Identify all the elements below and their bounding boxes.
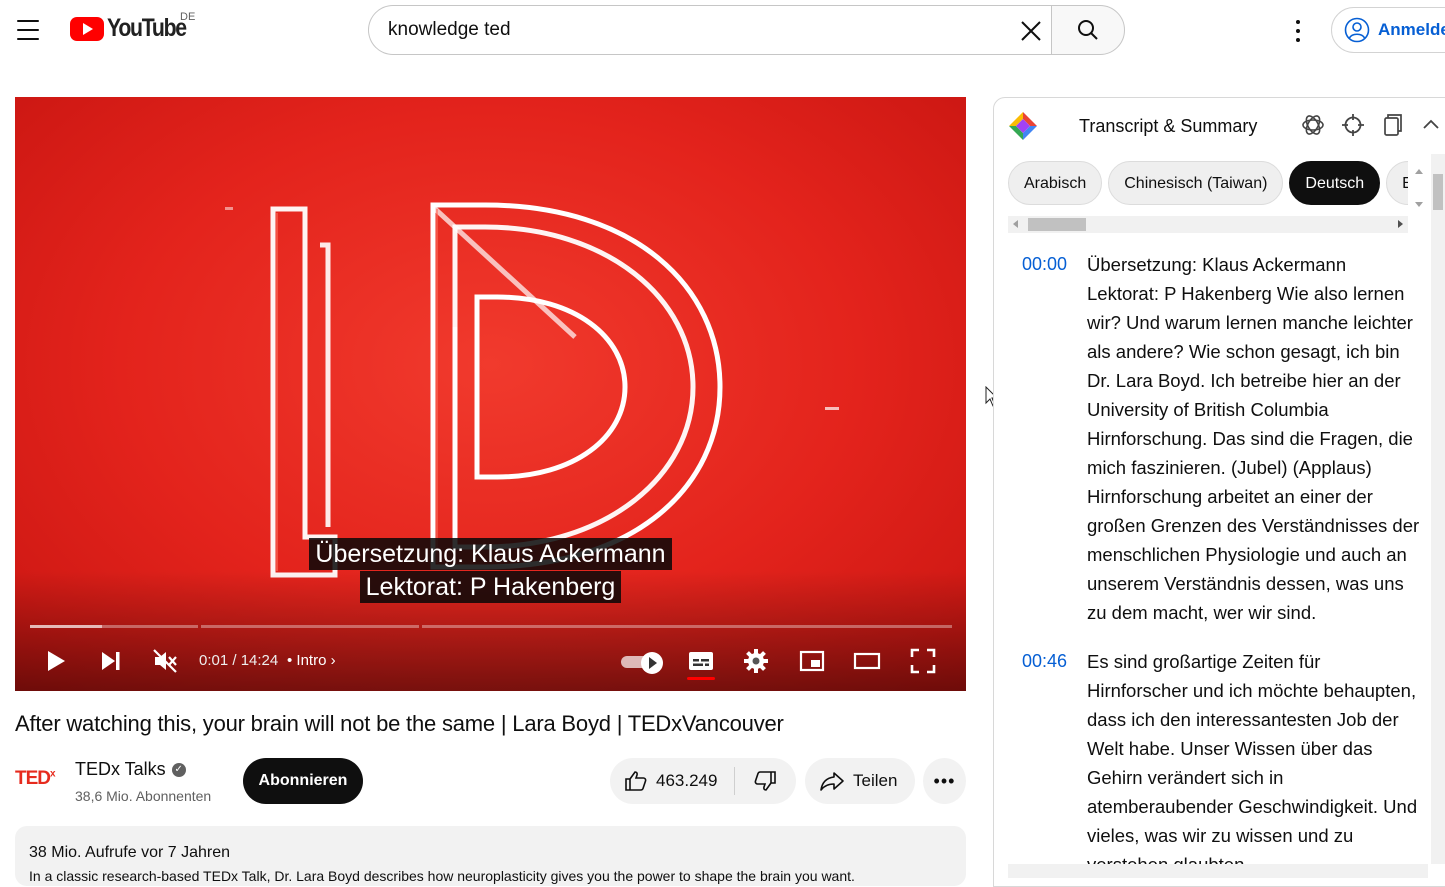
like-count: 463.249	[656, 771, 718, 790]
subtitles-icon[interactable]	[687, 647, 715, 675]
like-dislike-bar: 463.249	[610, 758, 796, 804]
chapter-label: Intro	[296, 652, 327, 669]
language-chip[interactable]: Arabisch	[1008, 161, 1103, 205]
extension-logo-icon	[1009, 112, 1037, 140]
settings-gear-icon[interactable]	[742, 647, 770, 675]
search-icon	[1078, 20, 1098, 40]
transcript-entry: 00:46 Es sind großartige Zeiten für Hirnf…	[994, 647, 1431, 879]
search-box	[368, 5, 1052, 55]
channel-name[interactable]: TEDx Talks	[75, 759, 166, 780]
views-and-age: 38 Mio. Aufrufe vor 7 Jahren	[29, 844, 230, 861]
subtitles-active-indicator	[687, 677, 715, 680]
miniplayer-icon[interactable]	[798, 647, 826, 675]
top-bar: YouTube DE Anmelden	[0, 0, 1445, 62]
chapter-segment	[422, 625, 952, 628]
verified-check-icon: ✓	[171, 762, 186, 777]
channel-logo-text: TED	[15, 768, 51, 789]
video-title: After watching this, your brain will not…	[15, 711, 784, 736]
progress-bar[interactable]	[30, 625, 952, 628]
subscribe-button[interactable]: Abonnieren	[243, 758, 363, 804]
thumbs-down-icon	[754, 771, 776, 791]
logo-text: YouTube	[107, 14, 187, 42]
autoplay-toggle[interactable]	[621, 652, 663, 674]
timestamp-link[interactable]: 00:46	[994, 647, 1087, 879]
search-button[interactable]	[1051, 5, 1125, 55]
subtitles: Übersetzung: Klaus Ackermann Lektorat: P…	[15, 538, 966, 603]
language-chip[interactable]: Deutsch	[1289, 161, 1381, 205]
language-chip[interactable]: Englisch	[1386, 161, 1408, 205]
clear-search-icon[interactable]	[1016, 16, 1046, 46]
next-icon[interactable]	[97, 647, 125, 675]
fullscreen-icon[interactable]	[909, 647, 937, 675]
subtitle-line-2: Lektorat: P Hakenberg	[359, 571, 622, 603]
collapse-chevron-icon[interactable]	[1418, 112, 1444, 138]
panel-title: Transcript & Summary	[1079, 116, 1258, 136]
share-icon	[820, 772, 844, 791]
language-chip[interactable]: Chinesisch (Taiwan)	[1108, 161, 1284, 205]
youtube-play-icon	[70, 16, 104, 41]
transcript-entry: 00:00 Übersetzung: Klaus Ackermann Lektor…	[994, 250, 1431, 627]
theater-mode-icon[interactable]	[853, 647, 881, 675]
channel-logo-sup: x	[50, 768, 55, 780]
chips-scroll-arrows[interactable]	[1414, 166, 1424, 210]
signin-label: Anmelden	[1378, 20, 1445, 39]
more-options-icon[interactable]	[1286, 17, 1310, 45]
account-icon	[1344, 17, 1370, 43]
chapter-button[interactable]: • Intro ›	[287, 652, 336, 669]
like-button[interactable]: 463.249	[610, 758, 734, 804]
player-controls: 0:01 / 14:24 • Intro ›	[15, 637, 966, 685]
panel-header: Transcript & Summary	[994, 98, 1445, 154]
transcript-scrollbar[interactable]	[1431, 154, 1445, 864]
transcript-list: 00:00 Übersetzung: Klaus Ackermann Lektor…	[994, 250, 1431, 886]
chips-horizontal-scrollbar[interactable]	[1008, 216, 1408, 233]
chatgpt-icon[interactable]	[1300, 112, 1326, 138]
chapter-segment	[201, 625, 419, 628]
share-label: Teilen	[853, 771, 898, 790]
channel-name-row: TEDx Talks ✓	[75, 759, 186, 780]
description-box[interactable]: 38 Mio. Aufrufe vor 7 Jahren In a classi…	[15, 826, 966, 886]
more-actions-button[interactable]: •••	[923, 758, 966, 804]
language-chips: ArabischChinesisch (Taiwan)DeutschEnglis…	[1008, 161, 1408, 205]
timestamp-link[interactable]: 00:00	[994, 250, 1087, 627]
country-code: DE	[180, 11, 196, 23]
thumbs-up-icon	[625, 771, 647, 791]
crosshair-icon[interactable]	[1340, 112, 1366, 138]
share-button[interactable]: Teilen	[805, 758, 915, 804]
signin-button[interactable]: Anmelden	[1331, 7, 1445, 53]
transcript-panel: Transcript & Summary Arabisch Chinesisch …	[993, 97, 1445, 887]
video-player[interactable]: Übersetzung: Klaus Ackermann Lektorat: P…	[15, 97, 966, 691]
mute-icon[interactable]	[151, 647, 179, 675]
time-display: 0:01 / 14:24	[199, 652, 279, 669]
transcript-text: Es sind großartige Zeiten für Hirnforsch…	[1087, 651, 1418, 875]
menu-icon[interactable]	[14, 16, 42, 44]
dislike-button[interactable]	[735, 758, 795, 804]
copy-icon[interactable]	[1379, 112, 1405, 138]
description-text: In a classic research-based TEDx Talk, D…	[29, 868, 855, 884]
channel-logo[interactable]: TEDx	[15, 768, 55, 790]
transcript-text: Übersetzung: Klaus Ackermann Lektorat: P…	[1087, 254, 1420, 623]
search-input[interactable]	[388, 19, 988, 41]
subscriber-count: 38,6 Mio. Abonnenten	[75, 788, 212, 804]
play-icon[interactable]	[41, 647, 69, 675]
progress-played	[30, 625, 102, 628]
subtitle-line-1: Übersetzung: Klaus Ackermann	[309, 538, 672, 570]
